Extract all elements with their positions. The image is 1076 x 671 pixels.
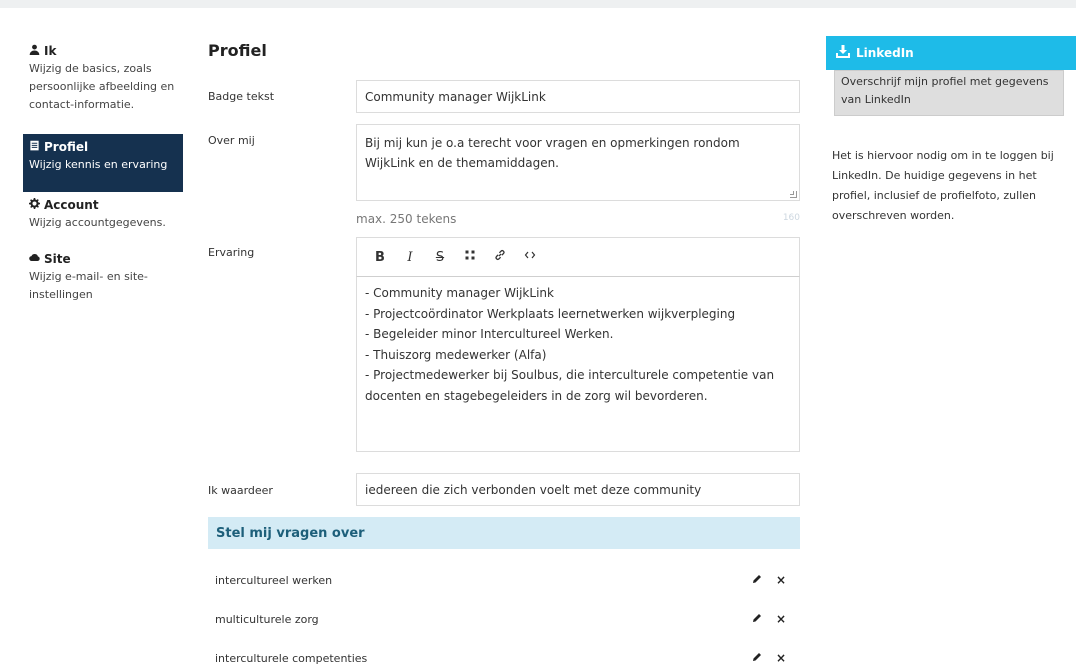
bold-button[interactable]: B xyxy=(365,244,395,270)
experience-line: - Projectcoördinator Werkplaats leernetw… xyxy=(365,306,736,321)
pencil-icon[interactable] xyxy=(752,574,762,587)
experience-line: - Begeleider minor Intercultureel Werken… xyxy=(365,327,614,341)
page-title: Profiel xyxy=(208,41,267,60)
questions-header: Stel mij vragen over xyxy=(208,517,800,549)
about-char-counter: 160 xyxy=(782,213,800,223)
experience-line: - Projectmedewerker bij Soulbus, die int… xyxy=(365,368,775,403)
badge-input-value: Community manager WijkLink xyxy=(365,89,546,104)
link-button[interactable] xyxy=(485,244,515,270)
about-hint: max. 250 tekens xyxy=(356,212,457,226)
list-button[interactable] xyxy=(455,244,485,270)
strikethrough-button[interactable]: S xyxy=(425,244,455,270)
link-icon xyxy=(494,249,506,265)
delete-icon[interactable]: × xyxy=(776,612,786,626)
list-icon xyxy=(464,249,476,265)
editor-toolbar: B I S xyxy=(356,237,800,277)
question-row: interculturele competenties × xyxy=(208,645,800,671)
delete-icon[interactable]: × xyxy=(776,651,786,665)
italic-button[interactable]: I xyxy=(395,244,425,270)
settings-sidebar: Ik Wijzig de basics, zoals persoonlijke … xyxy=(23,38,183,316)
badge-label: Badge tekst xyxy=(208,90,275,103)
sidebar-item-desc: Wijzig de basics, zoals persoonlijke afb… xyxy=(29,62,175,111)
question-text: interculturele competenties xyxy=(215,651,368,665)
question-text: intercultureel werken xyxy=(215,573,333,587)
sidebar-item-title: Account xyxy=(44,198,99,212)
about-textarea[interactable]: Bij mij kun je o.a terecht voor vragen e… xyxy=(356,124,800,201)
about-textarea-value: Bij mij kun je o.a terecht voor vragen e… xyxy=(365,136,740,170)
question-row: multiculturele zorg × xyxy=(208,606,800,632)
sidebar-item-ik[interactable]: Ik Wijzig de basics, zoals persoonlijke … xyxy=(23,38,183,128)
delete-icon[interactable]: × xyxy=(776,573,786,587)
sidebar-item-desc: Wijzig e-mail- en site-instellingen xyxy=(29,270,148,301)
linkedin-panel: LinkedIn Overschrijf mijn profiel met ge… xyxy=(826,36,1076,226)
cloud-icon xyxy=(29,250,40,268)
experience-line: - Community manager WijkLink xyxy=(365,286,554,300)
linkedin-overwrite-button[interactable]: Overschrijf mijn profiel met gegevens va… xyxy=(834,70,1064,116)
sidebar-item-title: Site xyxy=(44,252,71,266)
sidebar-item-profiel[interactable]: Profiel Wijzig kennis en ervaring xyxy=(23,134,183,192)
pencil-icon[interactable] xyxy=(752,613,762,626)
appreciate-label: Ik waardeer xyxy=(208,484,273,497)
sidebar-item-title: Profiel xyxy=(44,140,89,154)
experience-line: - Thuiszorg medewerker (Alfa) xyxy=(365,347,547,362)
badge-input[interactable]: Community manager WijkLink xyxy=(356,80,800,113)
document-icon xyxy=(29,138,40,156)
experience-editor[interactable]: - Community manager WijkLink - Projectco… xyxy=(356,277,800,452)
page: Ik Wijzig de basics, zoals persoonlijke … xyxy=(0,8,1076,671)
resize-handle[interactable] xyxy=(790,191,797,198)
sidebar-item-account[interactable]: Account Wijzig accountgegevens. xyxy=(23,192,183,246)
linkedin-note: Het is hiervoor nodig om in te loggen bi… xyxy=(832,149,1054,222)
code-icon xyxy=(524,249,536,265)
question-row: intercultureel werken × xyxy=(208,567,800,593)
sidebar-item-title: Ik xyxy=(44,44,57,58)
gear-icon xyxy=(29,196,40,214)
question-text: multiculturele zorg xyxy=(215,612,319,626)
download-icon xyxy=(836,45,850,61)
sidebar-item-desc: Wijzig kennis en ervaring xyxy=(29,158,168,171)
appreciate-input[interactable]: iedereen die zich verbonden voelt met de… xyxy=(356,473,800,506)
sidebar-item-desc: Wijzig accountgegevens. xyxy=(29,216,166,229)
linkedin-title: LinkedIn xyxy=(856,46,914,60)
pencil-icon[interactable] xyxy=(752,652,762,665)
linkedin-header: LinkedIn xyxy=(826,36,1076,70)
experience-label: Ervaring xyxy=(208,246,255,259)
appreciate-input-value: iedereen die zich verbonden voelt met de… xyxy=(365,482,702,497)
sidebar-item-site[interactable]: Site Wijzig e-mail- en site-instellingen xyxy=(23,246,183,316)
about-label: Over mij xyxy=(208,134,255,147)
user-icon xyxy=(29,42,40,60)
code-button[interactable] xyxy=(515,244,545,270)
